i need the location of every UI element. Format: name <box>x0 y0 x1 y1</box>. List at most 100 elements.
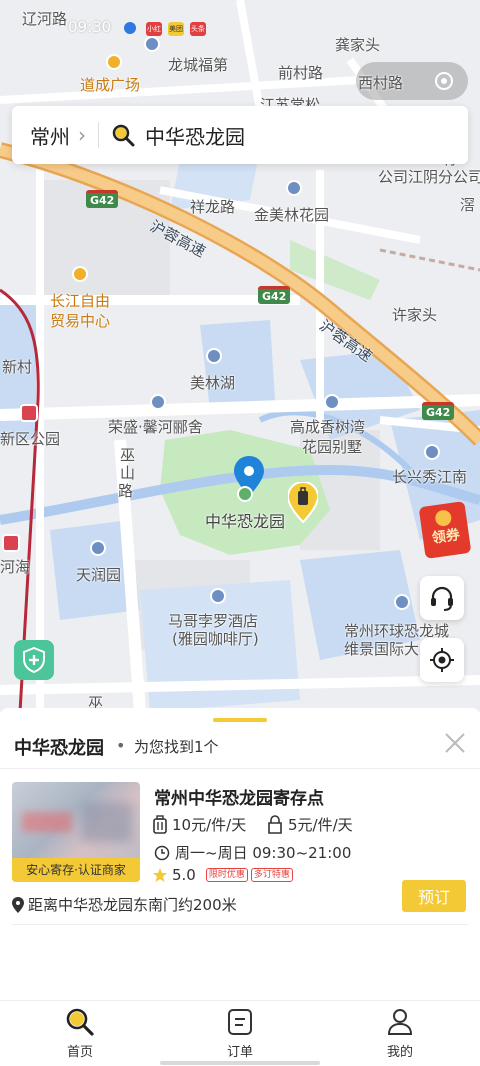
price-large-text: 10元/件/天 <box>172 816 247 834</box>
map-label-place: 贸易中心 <box>50 312 111 330</box>
promo-badge: 多订特惠 <box>250 868 293 882</box>
luggage-marker-icon[interactable] <box>288 482 318 524</box>
result-title: 中华恐龙园 <box>14 738 104 759</box>
red-envelope-icon: 领券 <box>418 501 472 559</box>
price-large-luggage: 10元/件/天 <box>152 814 246 835</box>
hours-text: 周一~周日 09:30~21:00 <box>175 844 352 862</box>
sheet-drag-handle[interactable] <box>213 718 267 722</box>
map-label-road: 辽河路 <box>22 10 68 28</box>
map-label-place: 新区公园 <box>0 430 61 448</box>
map-label-place: 龚家头 <box>335 36 381 54</box>
close-icon[interactable] <box>442 730 468 756</box>
price-small-text: 5元/件/天 <box>288 816 353 834</box>
result-sheet[interactable]: 中华恐龙园 • 为您找到1个 安心寄存·认证商家 常州中华恐龙园寄存点 10元/… <box>0 708 480 1000</box>
map-view[interactable]: 09:30 小红书 美团 头条 辽河路 龚家头 龙城福第 道成广场 前村路 江苏… <box>0 0 480 712</box>
map-label-place: 荣盛·馨河郦舍 <box>108 418 203 436</box>
search-input[interactable]: 中华恐龙园 <box>145 121 245 150</box>
notification-icon <box>124 22 136 34</box>
tab-label: 我的 <box>386 1045 413 1060</box>
map-label-place: 公司江阴分公司 <box>378 168 480 186</box>
toutiao-icon: 头条 <box>190 22 206 36</box>
search-divider <box>98 122 99 148</box>
locate-me-button[interactable] <box>420 638 464 682</box>
divider <box>12 924 468 925</box>
tab-profile[interactable]: 我的 <box>360 1007 440 1060</box>
map-label-place: 花园别墅 <box>302 438 363 456</box>
bottom-tab-bar: 首页 订单 我的 <box>0 1000 480 1066</box>
profile-icon <box>387 1009 413 1035</box>
map-label-place: 新村 <box>2 358 33 376</box>
tab-home[interactable]: 首页 <box>40 1007 120 1060</box>
certified-merchant-tag: 安心寄存·认证商家 <box>12 858 140 882</box>
map-label-road: 祥龙路 <box>190 198 236 216</box>
suitcase-icon <box>153 814 167 834</box>
map-label-place: 河海 <box>0 558 31 576</box>
shield-plus-icon <box>23 647 45 673</box>
poi-icon <box>144 36 160 52</box>
map-label-dinosaur-park: 中华恐龙园 <box>205 512 286 531</box>
crosshair-icon <box>430 648 454 672</box>
status-time: 09:30 <box>68 18 112 36</box>
book-button[interactable]: 预订 <box>402 880 466 912</box>
map-label-place: 长兴秀江南 <box>392 468 468 486</box>
divider <box>0 768 480 769</box>
map-label-place: 维景国际大 <box>344 640 420 658</box>
tab-orders[interactable]: 订单 <box>200 1007 280 1060</box>
location-icon <box>12 896 24 913</box>
hotel-icon <box>210 588 226 604</box>
home-indicator <box>160 1061 320 1065</box>
locate-icon[interactable] <box>434 71 454 91</box>
separator-dot: • <box>116 736 126 755</box>
city-label: 常州 <box>30 124 70 149</box>
status-bar: 09:30 小红书 美团 头条 <box>0 0 480 47</box>
search-bar[interactable]: 常州 › 中华恐龙园 <box>12 106 468 164</box>
map-label-place: 滘 <box>460 196 476 214</box>
map-label-place: 许家头 <box>392 306 438 324</box>
highway-shield: G42 <box>86 190 119 208</box>
map-label-place: 天润园 <box>76 566 122 584</box>
route-pill[interactable]: 西村路 <box>356 62 468 100</box>
map-label-road: 路 <box>118 482 134 500</box>
poi-icon <box>206 348 222 364</box>
meituan-icon: 美团 <box>168 22 184 36</box>
promo-badge: 限时优惠 <box>205 868 248 882</box>
poi-icon <box>90 540 106 556</box>
customer-service-button[interactable] <box>420 576 464 620</box>
search-icon <box>66 1008 94 1036</box>
rating-row: 5.0 限时优惠 多订特惠 <box>152 866 296 884</box>
xiaohongshu-icon: 小红书 <box>146 22 162 47</box>
business-hours: 周一~周日 09:30~21:00 <box>154 842 351 863</box>
city-selector[interactable]: 常州 › <box>12 121 86 150</box>
poi-icon <box>106 54 122 70</box>
safety-button[interactable] <box>14 640 54 680</box>
tab-label: 订单 <box>226 1045 253 1060</box>
highway-shield: G42 <box>258 286 291 304</box>
bag-icon <box>268 814 282 834</box>
poi-icon <box>72 266 88 282</box>
tab-label: 首页 <box>66 1045 93 1060</box>
poi-icon <box>424 444 440 460</box>
result-count: 为您找到1个 <box>134 738 219 756</box>
store-name[interactable]: 常州中华恐龙园寄存点 <box>154 784 324 809</box>
star-icon <box>153 868 167 882</box>
map-label-road: 西村路 <box>358 74 404 92</box>
map-label-place: 道成广场 <box>80 76 141 94</box>
coupon-label: 领券 <box>430 527 461 547</box>
map-label-place: 长江自由 <box>50 292 111 310</box>
store-thumbnail[interactable]: 安心寄存·认证商家 <box>12 782 140 882</box>
price-small-luggage: 5元/件/天 <box>266 814 353 835</box>
map-label-place: (雅园咖啡厅) <box>172 630 259 648</box>
search-icon <box>112 124 135 147</box>
rating-score: 5.0 <box>172 866 196 884</box>
map-label-place: 高成香树湾 <box>290 418 366 436</box>
hotel-icon <box>394 594 410 610</box>
park-icon <box>237 486 253 502</box>
metro-icon <box>20 404 38 422</box>
coupon-button[interactable]: 领券 <box>418 498 480 559</box>
chevron-right-icon: › <box>78 123 86 147</box>
map-label-road: 前村路 <box>278 64 324 82</box>
order-icon <box>228 1009 252 1035</box>
poi-icon <box>150 394 166 410</box>
metro-icon <box>2 534 20 552</box>
distance-info: 距离中华恐龙园东南门约200米 <box>12 894 237 915</box>
